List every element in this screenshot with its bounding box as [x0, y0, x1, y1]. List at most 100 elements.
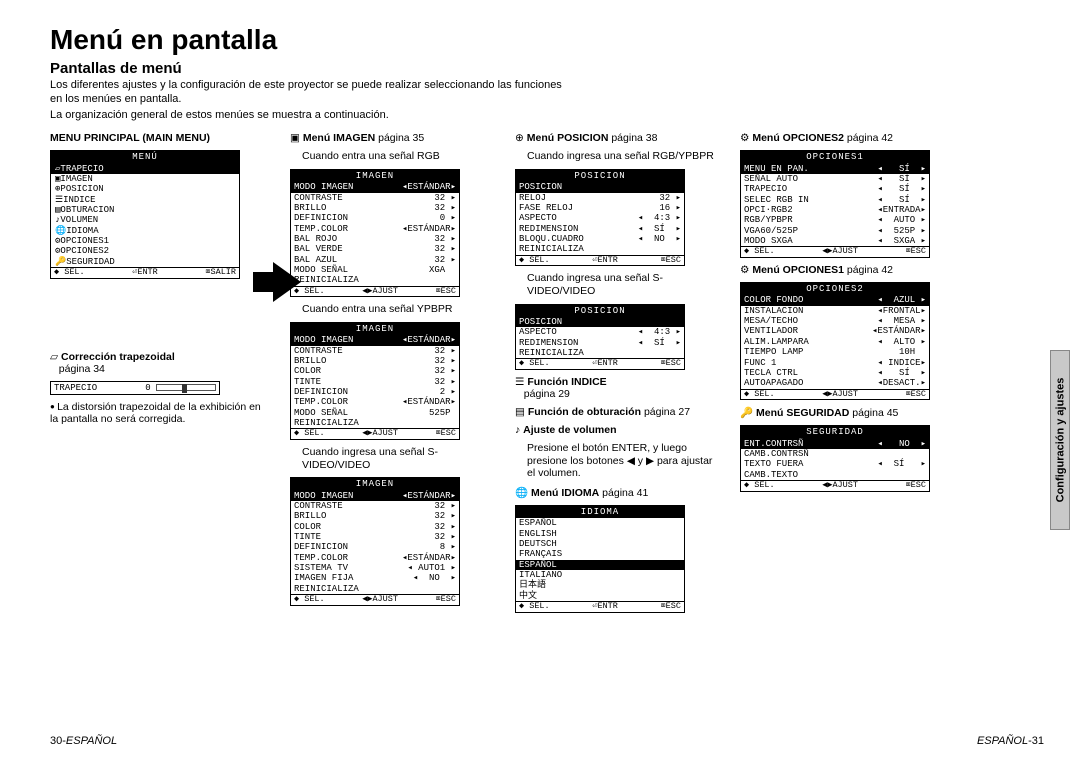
- image-icon: ▣: [290, 132, 300, 144]
- osd-title: IDIOMA: [516, 506, 684, 518]
- osd-title: SEGURIDAD: [741, 426, 929, 438]
- osd-row: POSICION: [516, 182, 684, 192]
- slider-icon: [156, 384, 216, 391]
- seguridad-caption-bold: Menú SEGURIDAD: [756, 407, 849, 419]
- obturacion-page-ref: página 27: [644, 406, 690, 418]
- side-tab: Configuración y ajustes: [1050, 350, 1070, 530]
- opciones2-page-ref: página 42: [847, 132, 893, 144]
- osd-row: TINTE32 ▸: [291, 532, 459, 542]
- osd-rows: POSICIONASPECTO◂ 4:3 ▸REDIMENSION◂ SÍ ▸R…: [516, 317, 684, 358]
- osd-row: TINTE32 ▸: [291, 377, 459, 387]
- bullet-icon: [50, 401, 57, 413]
- trapezoid-value-slider: 0: [145, 383, 216, 393]
- column-imagen: ▣ Menú IMAGEN página 35 Cuando entra una…: [290, 132, 495, 606]
- imagen-caption-bold: Menú IMAGEN: [303, 132, 375, 144]
- osd-row: TIEMPO LAMP 10H: [741, 347, 929, 357]
- globe-icon: 🌐: [515, 487, 528, 499]
- osd-lang-item: 中文: [516, 591, 684, 601]
- osd-row: CONTRASTE32 ▸: [291, 193, 459, 203]
- osd-footer: ◆ SEL.⏎ENTR⌧ESC: [516, 358, 684, 369]
- seguridad-page-ref: página 45: [852, 407, 898, 419]
- osd-row: ♪VOLUMEN: [51, 215, 239, 225]
- osd-rows: CONTRASTE32 ▸BRILLO32 ▸COLOR32 ▸TINTE32 …: [291, 346, 459, 429]
- osd-row: TECLA CTRL◂ SÍ ▸: [741, 368, 929, 378]
- osd-row: 🌐IDIOMA: [51, 226, 239, 236]
- osd-row: VENTILADOR◂ESTÁNDAR▸: [741, 326, 929, 336]
- osd-footer: ◆ SEL.◀▶AJUST⌧ESC: [291, 286, 459, 297]
- shutter-icon: ▤: [515, 406, 525, 418]
- osd-row: DEFINICION 8 ▸: [291, 542, 459, 552]
- osd-row: ASPECTO◂ 4:3 ▸: [516, 213, 684, 223]
- osd-opciones2: OPCIONES2 COLOR FONDO◂ AZUL ▸INSTALACION…: [740, 282, 930, 400]
- osd-row: DEFINICION 2 ▸: [291, 387, 459, 397]
- imagen-caption: ▣ Menú IMAGEN página 35: [290, 132, 495, 144]
- osd-lang-item: FRANÇAIS: [516, 549, 684, 559]
- opciones1-page-ref: página 42: [847, 264, 893, 276]
- osd-row: BAL VERDE32 ▸: [291, 244, 459, 254]
- intro-text-1: Los diferentes ajustes y la configuració…: [50, 79, 570, 107]
- osd-row: DEFINICION 0 ▸: [291, 213, 459, 223]
- osd-posicion-svideo: POSICION POSICIONASPECTO◂ 4:3 ▸REDIMENSI…: [515, 304, 685, 370]
- osd-imagen-ypbpr: IMAGEN MODO IMAGEN◂ESTÁNDAR▸ CONTRASTE32…: [290, 322, 460, 440]
- indice-page-ref: página 29: [524, 388, 570, 400]
- page-title: Menú en pantalla: [50, 24, 1044, 56]
- osd-row-mode: MODO IMAGEN◂ESTÁNDAR▸: [291, 491, 459, 501]
- osd-row: VGA60/525P◂ 525P ▸: [741, 226, 929, 236]
- osd-title: IMAGEN: [291, 323, 459, 335]
- index-icon: ☰: [515, 376, 524, 388]
- osd-row: COLOR32 ▸: [291, 366, 459, 376]
- trapezoid-caption-bold: Corrección trapezoidal: [61, 351, 175, 363]
- osd-footer: ◆ SEL.◀▶AJUST⌧ESC: [741, 389, 929, 400]
- osd-title: IMAGEN: [291, 478, 459, 490]
- osd-row: BRILLO32 ▸: [291, 203, 459, 213]
- osd-row: BAL AZUL32 ▸: [291, 255, 459, 265]
- trapezoid-page-ref: página 34: [59, 363, 105, 375]
- osd-row: TEXTO FUERA◂ SÍ ▸: [741, 459, 929, 469]
- osd-row: BAL ROJO32 ▸: [291, 234, 459, 244]
- footer-exit: ⌧SALIR: [205, 268, 236, 278]
- osd-lang-item: 日本語: [516, 580, 684, 590]
- osd-row: BLOQU.CUADRO◂ NO ▸: [516, 234, 684, 244]
- column-opciones: ⚙ Menú OPCIONES2 página 42 OPCIONES1 MEN…: [740, 132, 950, 492]
- side-tab-label: Configuración y ajustes: [1054, 378, 1066, 503]
- idioma-page-ref: página 41: [602, 487, 648, 499]
- osd-lang-item: ITALIANO: [516, 570, 684, 580]
- osd-row: MESA/TECHO◂ MESA ▸: [741, 316, 929, 326]
- osd-row: MODO SEÑAL525P: [291, 408, 459, 418]
- page-number-right: -31: [1028, 735, 1044, 747]
- osd-row: CAMB.CONTRSÑ: [741, 449, 929, 459]
- posicion-sub-svideo: Cuando ingresa una señal S-VIDEO/VIDEO: [515, 272, 720, 297]
- osd-row: ALIM.LAMPARA◂ ALTO ▸: [741, 337, 929, 347]
- osd-main-list: ▱TRAPECIO▣IMAGEN⊕POSICION☰INDICE▤OBTURAC…: [51, 164, 239, 267]
- osd-lang-item: ESPAÑOL: [516, 518, 684, 528]
- content-columns: MENU PRINCIPAL (MAIN MENU) MENÚ ▱TRAPECI…: [50, 132, 1044, 612]
- indice-caption-bold: Función INDICE: [527, 376, 606, 388]
- osd-title: OPCIONES2: [741, 283, 929, 295]
- gear-icon: ⚙: [740, 264, 749, 276]
- page-number-left: 30-: [50, 735, 66, 747]
- osd-row: INSTALACION◂FRONTAL▸: [741, 306, 929, 316]
- osd-footer: ◆ SEL.◀▶AJUST⌧ESC: [291, 428, 459, 439]
- seguridad-caption: 🔑 Menú SEGURIDAD página 45: [740, 406, 950, 419]
- idioma-caption: 🌐 Menú IDIOMA página 41: [515, 486, 720, 499]
- osd-row-mode: MODO IMAGEN◂ESTÁNDAR▸: [291, 182, 459, 192]
- osd-row: MENU EN PAN.◂ SÍ ▸: [741, 164, 929, 174]
- osd-trapezoid: TRAPECIO 0: [50, 381, 220, 395]
- osd-row: CAMB.TEXTO: [741, 470, 929, 480]
- osd-title: OPCIONES1: [741, 151, 929, 163]
- posicion-caption-bold: Menú POSICION: [527, 132, 609, 144]
- osd-rows: POSICIONRELOJ32 ▸FASE RELOJ16 ▸ASPECTO◂ …: [516, 182, 684, 254]
- main-menu-caption: MENU PRINCIPAL (MAIN MENU): [50, 132, 270, 144]
- imagen-sub-rgb: Cuando entra una señal RGB: [290, 150, 495, 163]
- osd-row: TEMP.COLOR◂ESTÁNDAR▸: [291, 397, 459, 407]
- osd-title: POSICION: [516, 170, 684, 182]
- osd-row: TEMP.COLOR◂ESTÁNDAR▸: [291, 224, 459, 234]
- osd-footer: ◆ SEL.◀▶AJUST⌧ESC: [741, 246, 929, 257]
- obturacion-caption-bold: Función de obturación: [528, 406, 641, 418]
- osd-row: MODO SEÑALXGA: [291, 265, 459, 275]
- volumen-caption-bold: Ajuste de volumen: [523, 424, 616, 436]
- osd-row: ▤OBTURACION: [51, 205, 239, 215]
- osd-row: BRILLO32 ▸: [291, 511, 459, 521]
- osd-rows: COLOR FONDO◂ AZUL ▸INSTALACION◂FRONTAL▸M…: [741, 295, 929, 388]
- osd-row: 🔑SEGURIDAD: [51, 257, 239, 267]
